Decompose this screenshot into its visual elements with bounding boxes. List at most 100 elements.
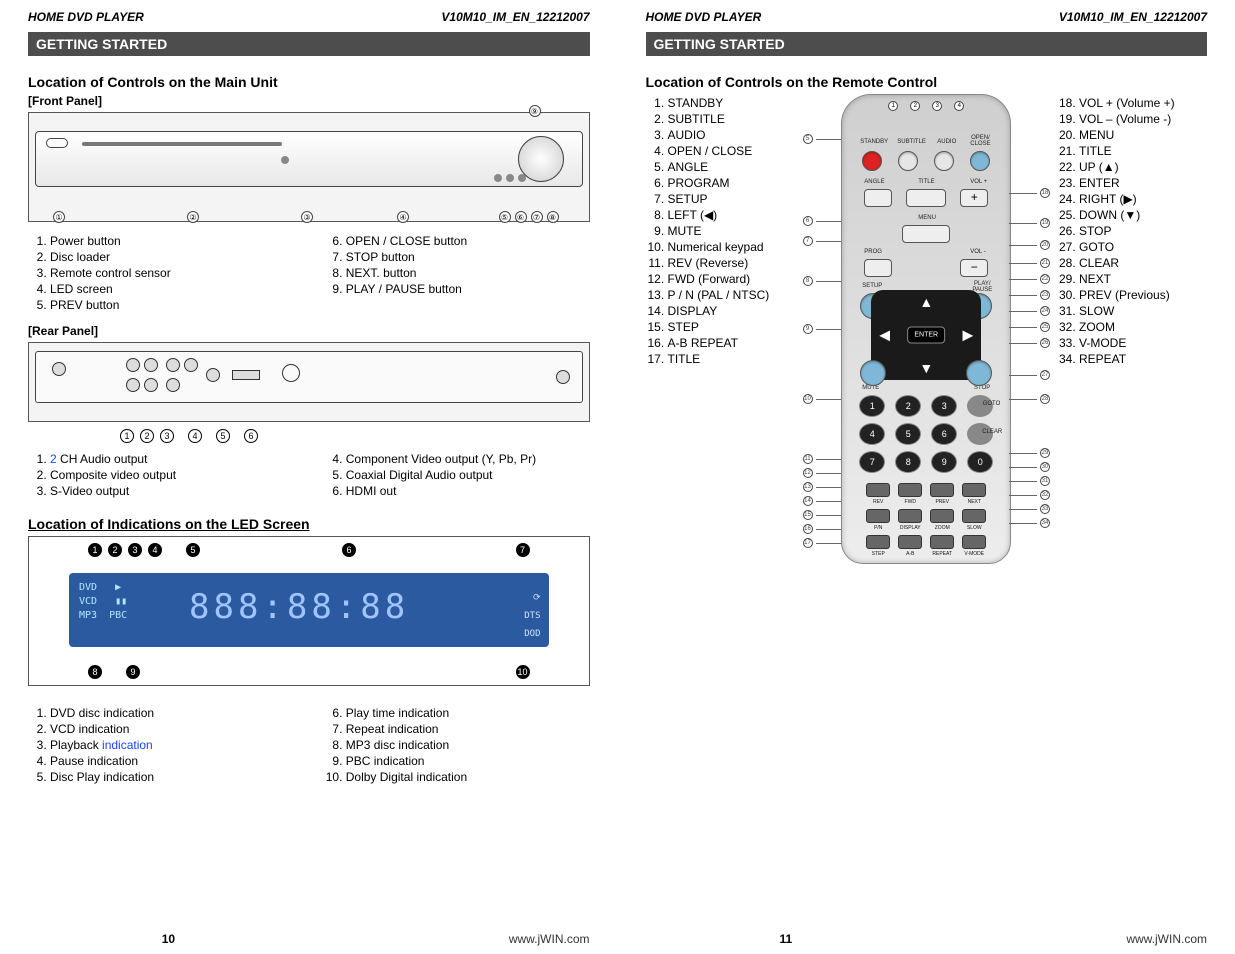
led-digits: 888:88:88 (189, 587, 409, 627)
page-left: HOME DVD PLAYER V10M10_IM_EN_12212007 GE… (0, 0, 618, 954)
rear-list-2: Component Video output (Y, Pb, Pr) Coaxia… (324, 450, 590, 500)
list-item: Play time indication (346, 706, 590, 720)
front-list-1: Power button Disc loader Remote control se… (28, 232, 294, 314)
remote-list-right: VOL + (Volume +)VOL – (Volume -)MENUTITL… (1057, 94, 1207, 368)
list-item: MUTE (668, 224, 796, 238)
doc-id: V10M10_IM_EN_12212007 (1059, 10, 1207, 24)
list-item: OPEN / CLOSE button (346, 234, 590, 248)
rear-panel-label: [Rear Panel] (28, 324, 590, 338)
list-item: SLOW (1079, 304, 1207, 318)
list-item: Numerical keypad (668, 240, 796, 254)
page-right: HOME DVD PLAYER V10M10_IM_EN_12212007 GE… (618, 0, 1235, 954)
list-item: LEFT (◀) (668, 208, 796, 222)
list-item: A-B REPEAT (668, 336, 796, 350)
front-panel-illustration: ⑨ ① ② ③ ④ ⑤ ⑥ ⑦ ⑧ (28, 112, 590, 222)
list-item: Component Video output (Y, Pb, Pr) (346, 452, 590, 466)
list-item: V-MODE (1079, 336, 1207, 350)
page-number: 10 (28, 932, 309, 946)
remote-section: STANDBY SUBTITLE AUDIO OPEN / CLOSE ANGLE PRO… (646, 94, 1208, 564)
list-item: NEXT (1079, 272, 1207, 286)
list-item: ANGLE (668, 160, 796, 174)
list-item: DOWN (▼) (1079, 208, 1207, 222)
footer-left: 10 www.jWIN.com (28, 920, 590, 946)
rear-panel-lists: 2 CH Audio outputComposite video outputS… (28, 450, 590, 500)
standby-button (862, 151, 882, 171)
open-close-button (970, 151, 990, 171)
list-item: LED screen (50, 282, 294, 296)
keypad: 123 456 7890 (859, 395, 993, 473)
list-item: Disc loader (50, 250, 294, 264)
list-item: VCD indication (50, 722, 294, 736)
website: www.jWIN.com (309, 932, 590, 946)
list-item: P / N (PAL / NTSC) (668, 288, 796, 302)
list-item: FWD (Forward) (668, 272, 796, 286)
list-item: NEXT. button (346, 266, 590, 280)
list-item: HDMI out (346, 484, 590, 498)
subtitle-button (898, 151, 918, 171)
led-illustration: 1234 5 6 7 DVD ▶ VCD ▮▮ MP3 PBC 888:88:8… (28, 536, 590, 686)
remote-list-left: STANDBY SUBTITLE AUDIO OPEN / CLOSE ANGLE PRO… (646, 94, 796, 368)
list-item: Coaxial Digital Audio output (346, 468, 590, 482)
main-unit-title: Location of Controls on the Main Unit (28, 74, 590, 90)
list-item: REV (Reverse) (668, 256, 796, 270)
list-item: Dolby Digital indication (346, 770, 590, 784)
led-lists: DVD disc indicationVCD indicationPlaybac… (28, 704, 590, 786)
list-item: STANDBY (668, 96, 796, 110)
audio-button (934, 151, 954, 171)
list-item: TITLE (1079, 144, 1207, 158)
rear-panel-illustration: 123 4 5 6 (28, 342, 590, 422)
remote-title: Location of Controls on the Remote Contr… (646, 74, 1208, 90)
remote-body: 1 2 3 4 STANDBY SUBTITLE AUDIO OPEN/ CLO… (841, 94, 1011, 564)
list-item: GOTO (1079, 240, 1207, 254)
list-item: Power button (50, 234, 294, 248)
list-item: 2 CH Audio output (50, 452, 294, 466)
led-right-labels: ⟳ DTS DOD (524, 589, 540, 643)
mute-button (860, 360, 886, 386)
list-item: PROGRAM (668, 176, 796, 190)
list-item: Composite video output (50, 468, 294, 482)
front-list-2: OPEN / CLOSE button STOP button NEXT. butt… (324, 232, 590, 314)
list-item: Remote control sensor (50, 266, 294, 280)
list-item: PREV (Previous) (1079, 288, 1207, 302)
list-item: SETUP (668, 192, 796, 206)
product-name: HOME DVD PLAYER (28, 10, 144, 24)
product-name: HOME DVD PLAYER (646, 10, 762, 24)
list-item: VOL – (Volume -) (1079, 112, 1207, 126)
list-item: Pause indication (50, 754, 294, 768)
front-panel-label: [Front Panel] (28, 94, 590, 108)
list-item: UP (▲) (1079, 160, 1207, 174)
header-row: HOME DVD PLAYER V10M10_IM_EN_12212007 (646, 10, 1208, 24)
list-item: CLEAR (1079, 256, 1207, 270)
list-item: PREV button (50, 298, 294, 312)
led-left-labels: DVD ▶ VCD ▮▮ MP3 PBC (79, 581, 127, 623)
list-item: OPEN / CLOSE (668, 144, 796, 158)
list-item: AUDIO (668, 128, 796, 142)
list-item: MENU (1079, 128, 1207, 142)
stop-button (966, 360, 992, 386)
list-item: PBC indication (346, 754, 590, 768)
list-item: MP3 disc indication (346, 738, 590, 752)
list-item: SUBTITLE (668, 112, 796, 126)
list-item: STOP button (346, 250, 590, 264)
list-item: TITLE (668, 352, 796, 366)
website: www.jWIN.com (926, 932, 1207, 946)
page-number: 11 (646, 932, 927, 946)
list-item: Playback indication (50, 738, 294, 752)
list-item: Repeat indication (346, 722, 590, 736)
doc-id: V10M10_IM_EN_12212007 (441, 10, 589, 24)
list-item: DISPLAY (668, 304, 796, 318)
list-item: RIGHT (▶) (1079, 192, 1207, 206)
led-title: Location of Indications on the LED Scree… (28, 516, 590, 532)
section-bar: GETTING STARTED (28, 32, 590, 56)
list-item: PLAY / PAUSE button (346, 282, 590, 296)
led-list-1: DVD disc indicationVCD indicationPlaybac… (28, 704, 294, 786)
header-row: HOME DVD PLAYER V10M10_IM_EN_12212007 (28, 10, 590, 24)
led-list-2: Play time indication Repeat indication MP3… (324, 704, 590, 786)
front-panel-lists: Power button Disc loader Remote control se… (28, 232, 590, 314)
footer-right: 11 www.jWIN.com (646, 920, 1208, 946)
list-item: Disc Play indication (50, 770, 294, 784)
list-item: REPEAT (1079, 352, 1207, 366)
section-bar: GETTING STARTED (646, 32, 1208, 56)
list-item: STEP (668, 320, 796, 334)
dpad: ▲ ◀ ▶ ▼ ENTER (871, 290, 981, 380)
